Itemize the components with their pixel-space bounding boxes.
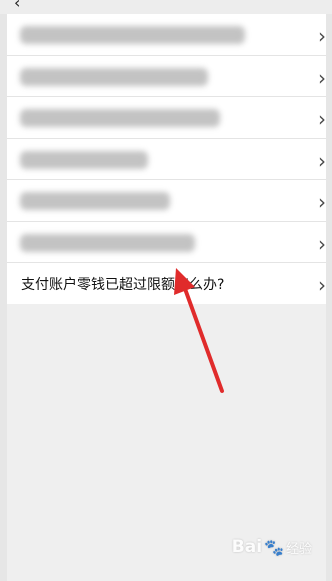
- nav-header: ‹: [0, 0, 332, 14]
- question-list: › › › › › › 支付账户零钱已超过限额怎么办? ›: [7, 14, 326, 305]
- chevron-right-icon: ›: [318, 24, 326, 48]
- chevron-right-icon: ›: [318, 273, 326, 297]
- blurred-label: [20, 67, 208, 86]
- list-item[interactable]: ›: [7, 14, 326, 56]
- right-frame: [326, 0, 332, 581]
- list-item-quota-exceeded[interactable]: 支付账户零钱已超过限额怎么办? ›: [7, 263, 326, 305]
- chevron-left-icon[interactable]: ‹: [14, 0, 20, 12]
- blurred-label: [20, 192, 170, 210]
- paw-icon: 🐾: [264, 537, 284, 557]
- chevron-right-icon: ›: [318, 148, 326, 173]
- blurred-label: [20, 150, 148, 169]
- chevron-right-icon: ›: [318, 190, 326, 214]
- chevron-right-icon: ›: [318, 107, 326, 131]
- list-item[interactable]: ›: [7, 222, 326, 263]
- list-item[interactable]: ›: [7, 180, 326, 222]
- left-frame: [0, 0, 7, 581]
- chevron-right-icon: ›: [318, 65, 326, 90]
- list-item-label: 支付账户零钱已超过限额怎么办?: [21, 277, 225, 293]
- list-item[interactable]: ›: [7, 97, 326, 139]
- list-item[interactable]: ›: [7, 139, 326, 180]
- chevron-right-icon: ›: [318, 231, 326, 256]
- blurred-label: [20, 109, 220, 127]
- list-item[interactable]: ›: [7, 56, 326, 97]
- watermark-jingyan-text: 经验: [285, 541, 312, 557]
- blurred-label: [20, 233, 195, 252]
- baidu-jingyan-watermark: Bai 🐾 经验: [232, 537, 312, 557]
- blurred-label: [20, 26, 245, 44]
- watermark-bai-text: Bai: [231, 537, 263, 557]
